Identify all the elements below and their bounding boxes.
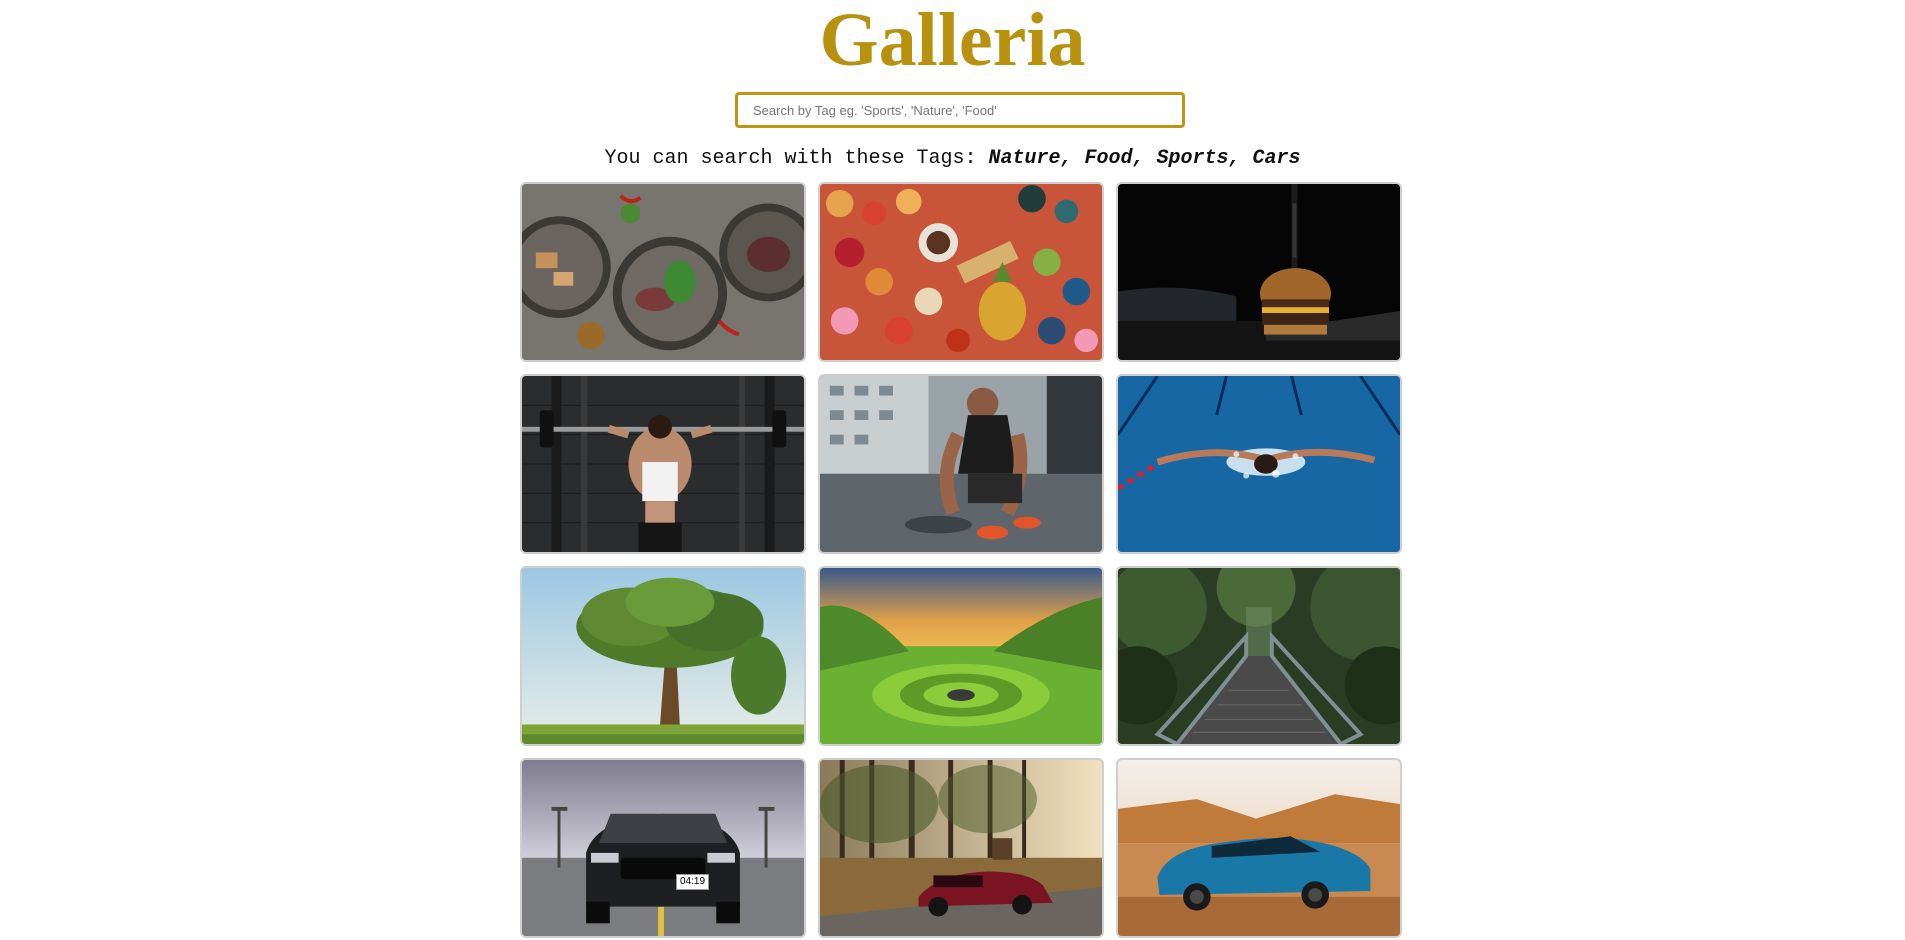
gallery-image-cars-red[interactable] [818,758,1104,938]
tags-hint: You can search with these Tags: Nature, … [0,146,1905,172]
gallery-image-sports-swimmer[interactable] [1116,374,1402,554]
gallery-image-nature-tree[interactable] [520,566,806,746]
tag-search-input[interactable] [735,92,1185,128]
weightlifting-image [522,376,804,552]
image-gallery: 04:19 [520,182,1406,938]
gallery-image-cars-blue[interactable] [1116,758,1402,938]
tree-image [522,568,804,744]
green-valley-image [820,568,1102,744]
gallery-image-nature-valley[interactable] [818,566,1104,746]
blue-camaro-image [1118,760,1400,936]
gallery-image-food-fruits[interactable] [818,182,1104,362]
gallery-image-food-burger[interactable] [1116,182,1402,362]
tags-hint-prefix: You can search with these Tags: [604,147,989,170]
forest-bridge-image [1118,568,1400,744]
runner-image [820,376,1102,552]
gallery-image-sports-weightlifting[interactable] [520,374,806,554]
gallery-image-cars-mustang[interactable]: 04:19 [520,758,806,938]
swimmer-image [1118,376,1400,552]
page-title: Galleria [819,0,1086,82]
gallery-image-food-salad[interactable] [520,182,806,362]
timestamp-badge: 04:19 [676,874,710,890]
burger-image [1118,184,1400,360]
gallery-image-nature-bridge[interactable] [1116,566,1402,746]
black-mustang-image [522,760,804,936]
red-sports-car-image [820,760,1102,936]
gallery-image-sports-runner[interactable] [818,374,1104,554]
search-box [735,92,1185,128]
fruit-spread-image [820,184,1102,360]
salad-plates-image [522,184,804,360]
tags-list: Nature, Food, Sports, Cars [988,147,1301,170]
